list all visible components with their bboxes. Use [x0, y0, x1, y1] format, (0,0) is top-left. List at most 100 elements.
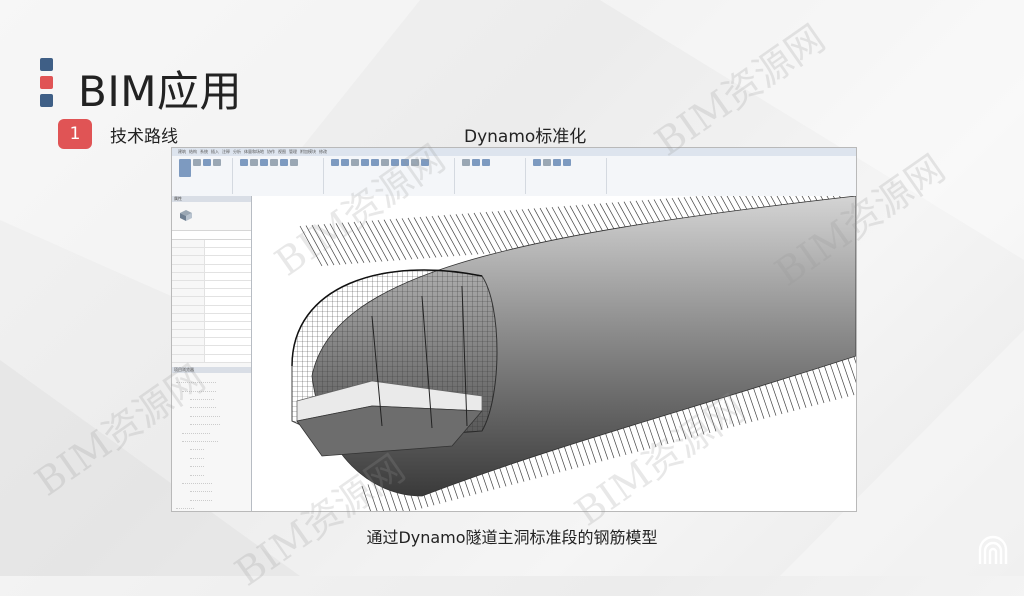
ribbon-tab[interactable]: 体量和场地	[244, 148, 264, 156]
cope-tool-icon[interactable]	[250, 159, 258, 166]
property-row[interactable]	[172, 256, 251, 265]
property-row[interactable]	[172, 297, 251, 306]
rebar-spike	[389, 219, 413, 260]
rebar-spike	[805, 369, 819, 405]
create-part-icon[interactable]	[543, 159, 551, 166]
align-tool-icon[interactable]	[331, 159, 339, 166]
property-row[interactable]	[172, 313, 251, 322]
similar-icon[interactable]	[563, 159, 571, 166]
rebar-spike	[769, 378, 783, 415]
property-row[interactable]	[172, 305, 251, 314]
property-row[interactable]	[172, 321, 251, 331]
ribbon-tab[interactable]: 注释	[222, 148, 230, 156]
array-tool-icon[interactable]	[401, 159, 409, 166]
rebar-spike	[745, 385, 759, 421]
mirror-tool-icon[interactable]	[351, 159, 359, 166]
rebar-spike	[335, 223, 359, 264]
property-row[interactable]	[172, 346, 251, 355]
tree-item[interactable]	[190, 467, 204, 476]
ribbon-tab[interactable]: 视图	[278, 148, 286, 156]
ribbon-tab[interactable]: 插入	[211, 148, 219, 156]
ribbon-tab[interactable]: 协作	[267, 148, 275, 156]
property-row[interactable]	[172, 354, 251, 363]
ribbon-tab[interactable]: 修改	[319, 148, 327, 156]
arch-tunnel-icon	[978, 535, 1008, 564]
property-row[interactable]	[172, 272, 251, 281]
ribbon-tab[interactable]: 结构	[189, 148, 197, 156]
rebar-spike	[455, 214, 479, 255]
ribbon-group-geometry	[237, 158, 324, 194]
type-selector[interactable]	[172, 202, 251, 231]
tree-item[interactable]	[190, 400, 216, 409]
tree-item[interactable]	[182, 476, 212, 484]
paint-tool-icon[interactable]	[280, 159, 288, 166]
rebar-spike	[467, 213, 491, 254]
assembly-icon[interactable]	[553, 159, 561, 166]
rebar-spike	[371, 220, 395, 261]
pin-tool-icon[interactable]	[421, 159, 429, 166]
property-row[interactable]	[172, 330, 251, 339]
tree-item[interactable]	[190, 417, 220, 426]
tree-item[interactable]	[176, 375, 216, 384]
rebar-spike	[793, 372, 807, 408]
tree-item[interactable]	[182, 383, 216, 392]
offset-tool-icon[interactable]	[341, 159, 349, 166]
tree-item[interactable]	[190, 450, 204, 459]
rebar-spike	[509, 210, 533, 251]
rebar-spike	[425, 216, 449, 257]
split-face-icon[interactable]	[270, 159, 278, 166]
tree-item[interactable]	[190, 442, 204, 451]
ribbon-tab[interactable]: 分析	[233, 148, 241, 156]
hide-tool-icon[interactable]	[462, 159, 470, 166]
scale-tool-icon[interactable]	[411, 159, 419, 166]
property-row[interactable]	[172, 338, 251, 347]
measure-tool-icon[interactable]	[482, 159, 490, 166]
rebar-spike	[305, 225, 329, 266]
tree-item[interactable]	[190, 459, 204, 468]
property-row[interactable]	[172, 264, 251, 273]
property-row[interactable]	[172, 240, 251, 249]
3d-viewport-tunnel-model[interactable]	[252, 196, 856, 511]
copy-tool-icon[interactable]	[213, 159, 221, 166]
rebar-spike	[757, 382, 771, 418]
revit-screenshot: 建筑 结构 系统 插入 注释 分析 体量和场地 协作 视图 管理 附加模块 修改	[171, 147, 857, 512]
override-tool-icon[interactable]	[472, 159, 480, 166]
ribbon-tab[interactable]: 建筑	[178, 148, 186, 156]
ribbon-tab[interactable]: 管理	[289, 148, 297, 156]
property-row[interactable]	[172, 289, 251, 298]
rebar-spike	[461, 213, 485, 255]
ribbon-tab[interactable]: 系统	[200, 148, 208, 156]
rebar-spike	[329, 223, 353, 264]
tree-item[interactable]	[176, 501, 194, 510]
join-tool-icon[interactable]	[240, 159, 248, 166]
move-tool-icon[interactable]	[361, 159, 369, 166]
cut-tool-icon[interactable]	[203, 159, 211, 166]
tree-item[interactable]	[190, 484, 212, 493]
create-group-icon[interactable]	[533, 159, 541, 166]
cut-geometry-icon[interactable]	[260, 159, 268, 166]
tree-item[interactable]	[182, 434, 218, 442]
tree-item[interactable]	[190, 408, 220, 417]
section-label: 技术路线	[110, 127, 178, 147]
rebar-spike	[317, 224, 341, 265]
modify-tool-icon[interactable]	[179, 159, 191, 177]
property-row[interactable]	[172, 280, 251, 290]
demolish-tool-icon[interactable]	[290, 159, 298, 166]
title-mark-1	[40, 58, 53, 71]
view-dropdown[interactable]	[172, 231, 251, 240]
rebar-spike	[383, 219, 407, 260]
trim-tool-icon[interactable]	[381, 159, 389, 166]
property-row[interactable]	[172, 248, 251, 257]
rebar-spike	[491, 211, 515, 252]
ribbon-tab[interactable]: 附加模块	[300, 148, 316, 156]
tree-item[interactable]	[190, 492, 212, 501]
tree-item[interactable]	[182, 425, 210, 434]
paste-tool-icon[interactable]	[193, 159, 201, 166]
tree-item[interactable]	[190, 392, 214, 400]
split-tool-icon[interactable]	[391, 159, 399, 166]
rebar-spike	[365, 220, 389, 262]
rebar-spike	[449, 214, 473, 255]
rotate-tool-icon[interactable]	[371, 159, 379, 166]
rebar-spike	[853, 356, 856, 364]
tree-item[interactable]	[176, 509, 202, 511]
